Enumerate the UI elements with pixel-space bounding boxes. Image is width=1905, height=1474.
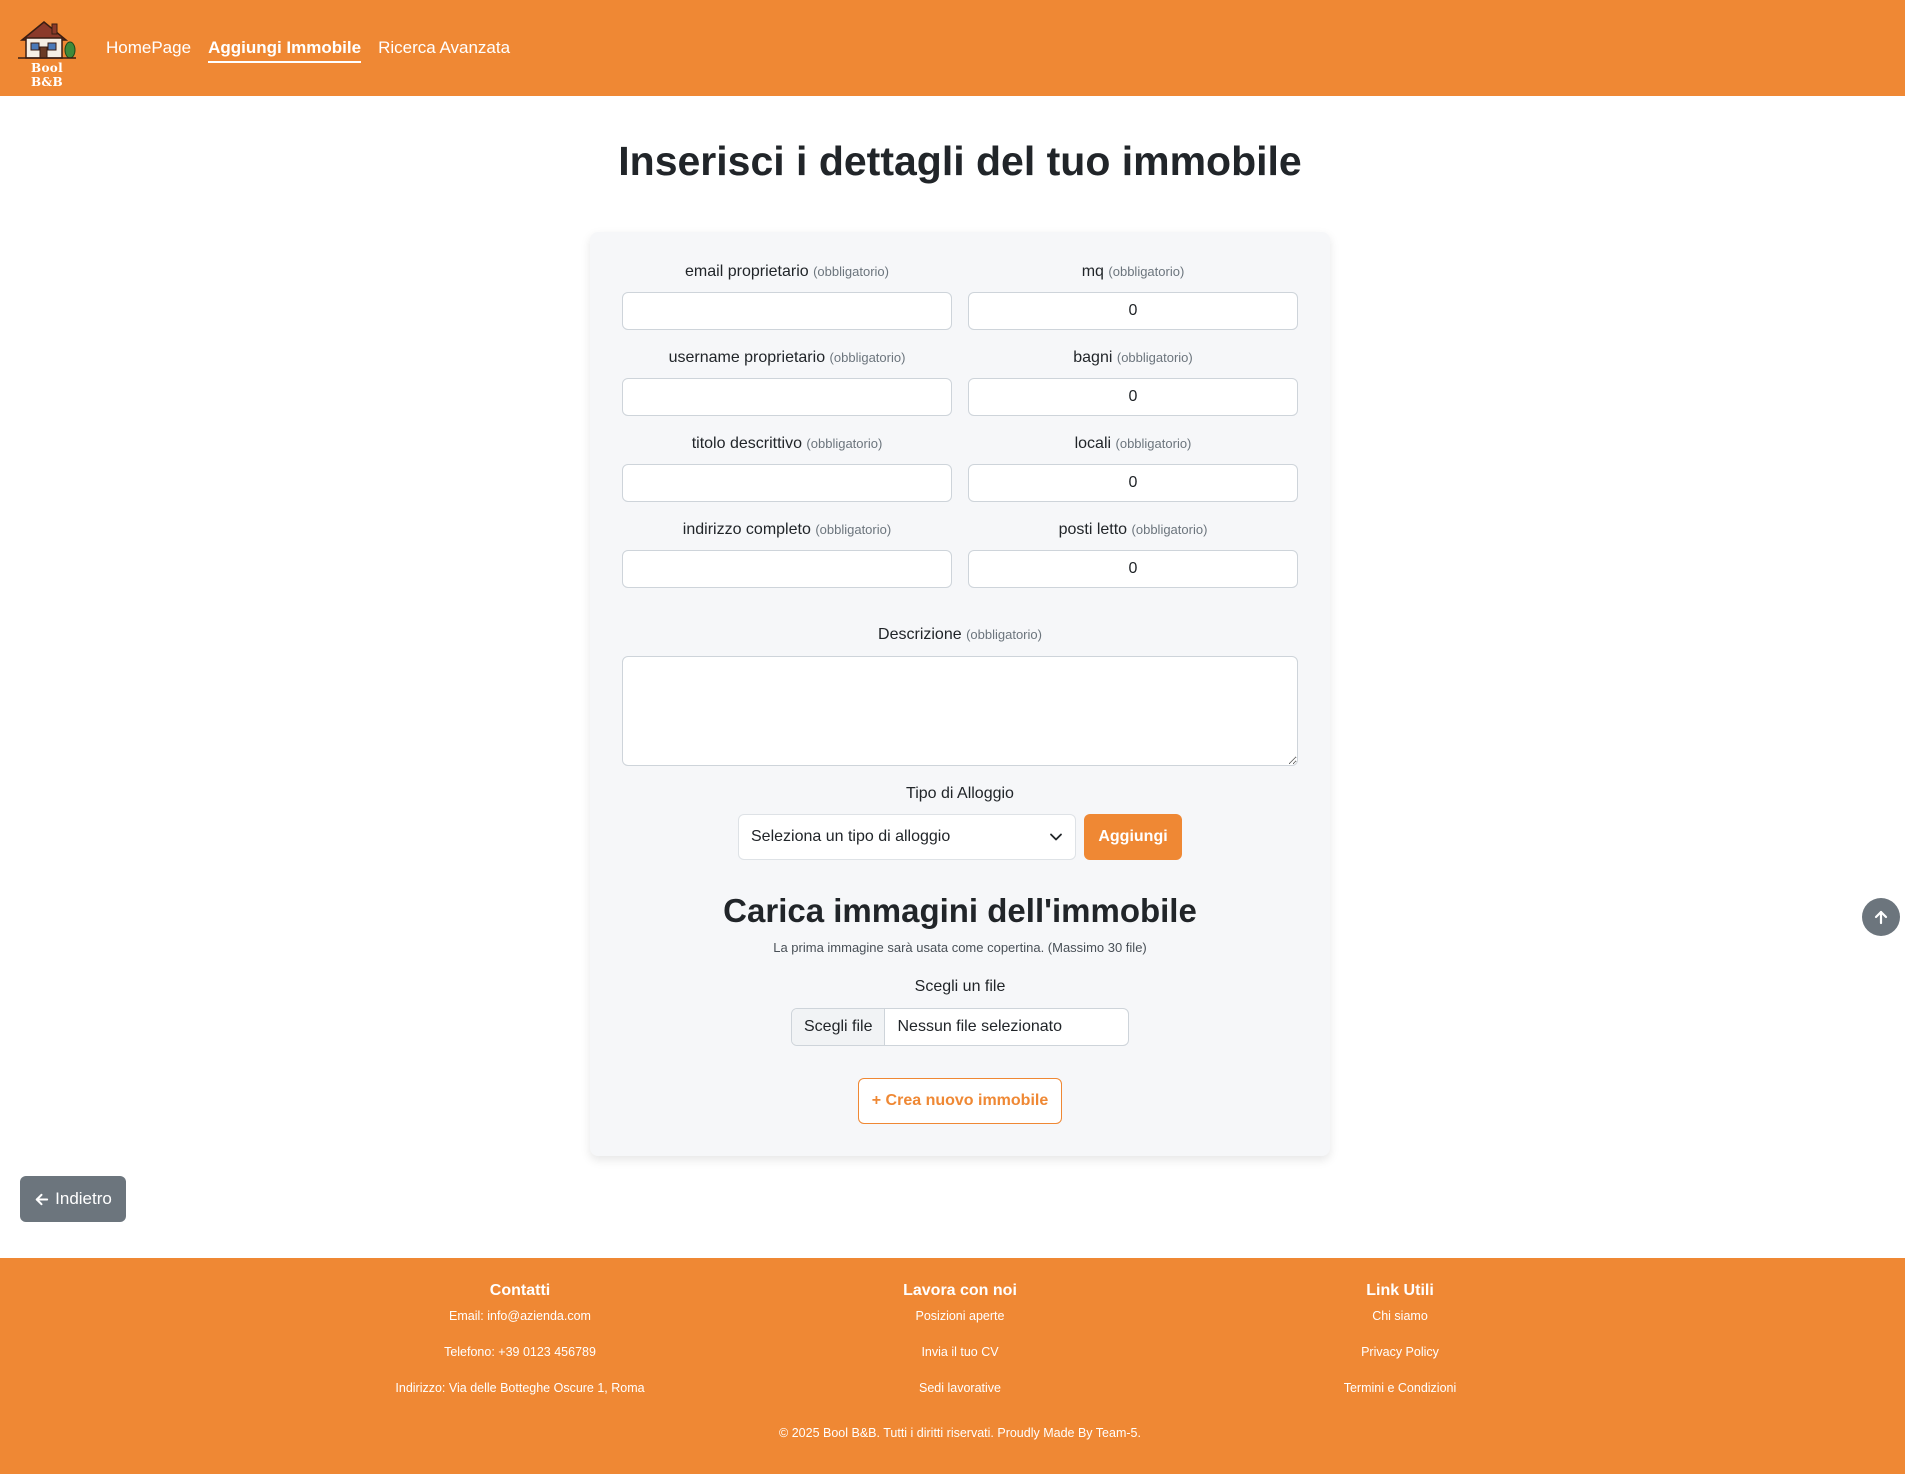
- upload-title: Carica immagini dell'immobile: [723, 892, 1197, 929]
- posti-letto-label: posti letto (obbligatorio): [1058, 521, 1208, 538]
- nav-link-aggiungi-immobile[interactable]: Aggiungi Immobile: [208, 38, 362, 63]
- arrow-up-icon: [1874, 910, 1888, 925]
- footer: Contatti Email: info@azienda.com Telefon…: [0, 1258, 1905, 1474]
- footer-email: Email: info@azienda.com: [449, 1309, 591, 1323]
- email-label: email proprietario (obbligatorio): [685, 263, 889, 280]
- indirizzo-label: indirizzo completo (obbligatorio): [682, 521, 892, 538]
- email-input[interactable]: [622, 292, 952, 330]
- titolo-field-group: titolo descrittivo (obbligatorio): [622, 434, 952, 502]
- titolo-input[interactable]: [622, 464, 952, 502]
- tipo-alloggio-select[interactable]: Seleziona un tipo di alloggio: [738, 814, 1076, 860]
- footer-copyright: © 2025 Bool B&B. Tutti i diritti riserva…: [779, 1426, 1141, 1440]
- footer-link-cv[interactable]: Invia il tuo CV: [760, 1344, 1160, 1380]
- bagni-label: bagni (obbligatorio): [1073, 349, 1193, 366]
- footer-lavora-title: Lavora con noi: [903, 1282, 1017, 1299]
- username-label: username proprietario (obbligatorio): [668, 349, 906, 366]
- file-status: Nessun file selezionato: [897, 1018, 1063, 1035]
- username-input[interactable]: [622, 378, 952, 416]
- titolo-label: titolo descrittivo (obbligatorio): [691, 435, 883, 452]
- mq-field-group: mq (obbligatorio): [968, 262, 1298, 330]
- arrow-left-icon: [35, 1193, 49, 1205]
- descrizione-textarea[interactable]: [622, 656, 1298, 766]
- footer-contatti-title: Contatti: [489, 1282, 551, 1299]
- tipo-alloggio-selected: Seleziona un tipo di alloggio: [751, 828, 951, 845]
- file-input[interactable]: Scegli file Nessun file selezionato: [791, 1008, 1129, 1046]
- bagni-input[interactable]: [968, 378, 1298, 416]
- navbar: Bool B&B HomePage Aggiungi Immobile Rice…: [0, 0, 1905, 96]
- footer-telefono: Telefono: +39 0123 456789: [444, 1345, 596, 1359]
- file-label: Scegli un file: [914, 978, 1006, 995]
- footer-indirizzo: Indirizzo: Via delle Botteghe Oscure 1, …: [395, 1381, 645, 1395]
- indirizzo-field-group: indirizzo completo (obbligatorio): [622, 520, 952, 588]
- back-button-label: Indietro: [55, 1189, 112, 1208]
- tipo-alloggio-label: Tipo di Alloggio: [906, 785, 1014, 802]
- mq-label: mq (obbligatorio): [1081, 263, 1185, 280]
- property-form: email proprietario (obbligatorio) userna…: [590, 232, 1330, 1156]
- choose-file-button[interactable]: Scegli file: [792, 1009, 886, 1045]
- brand-logo[interactable]: Bool B&B: [14, 18, 80, 89]
- nav-links: HomePage Aggiungi Immobile Ricerca Avanz…: [106, 38, 510, 63]
- upload-subtitle: La prima immagine sarà usata come copert…: [773, 940, 1147, 955]
- descrizione-label: Descrizione (obbligatorio): [878, 626, 1042, 643]
- footer-link-utili: Link Utili Chi siamo Privacy Policy Term…: [1200, 1282, 1600, 1416]
- create-property-button[interactable]: + Crea nuovo immobile: [858, 1078, 1062, 1124]
- nav-link-ricerca-avanzata[interactable]: Ricerca Avanzata: [378, 38, 510, 63]
- bagni-field-group: bagni (obbligatorio): [968, 348, 1298, 416]
- chevron-down-icon: [1050, 833, 1062, 841]
- footer-contatti: Contatti Email: info@azienda.com Telefon…: [320, 1282, 720, 1416]
- posti-letto-field-group: posti letto (obbligatorio): [968, 520, 1298, 588]
- house-logo-icon: [18, 21, 76, 59]
- footer-link-termini[interactable]: Termini e Condizioni: [1200, 1380, 1600, 1416]
- locali-label: locali (obbligatorio): [1074, 435, 1192, 452]
- footer-link-chi-siamo[interactable]: Chi siamo: [1200, 1308, 1600, 1344]
- email-field-group: email proprietario (obbligatorio): [622, 262, 952, 330]
- indirizzo-input[interactable]: [622, 550, 952, 588]
- footer-link-posizioni[interactable]: Posizioni aperte: [760, 1308, 1160, 1344]
- footer-link-privacy[interactable]: Privacy Policy: [1200, 1344, 1600, 1380]
- page-title: Inserisci i dettagli del tuo immobile: [618, 138, 1302, 184]
- mq-input[interactable]: [968, 292, 1298, 330]
- back-button[interactable]: Indietro: [20, 1176, 126, 1222]
- username-field-group: username proprietario (obbligatorio): [622, 348, 952, 416]
- footer-lavora: Lavora con noi Posizioni aperte Invia il…: [760, 1282, 1160, 1416]
- locali-input[interactable]: [968, 464, 1298, 502]
- locali-field-group: locali (obbligatorio): [968, 434, 1298, 502]
- scroll-top-button[interactable]: [1862, 898, 1900, 936]
- footer-link-sedi[interactable]: Sedi lavorative: [760, 1380, 1160, 1416]
- footer-link-utili-title: Link Utili: [1366, 1282, 1434, 1299]
- nav-link-homepage[interactable]: HomePage: [106, 38, 191, 63]
- aggiungi-tipo-button[interactable]: Aggiungi: [1084, 814, 1182, 860]
- brand-name: Bool B&B: [30, 61, 64, 89]
- posti-letto-input[interactable]: [968, 550, 1298, 588]
